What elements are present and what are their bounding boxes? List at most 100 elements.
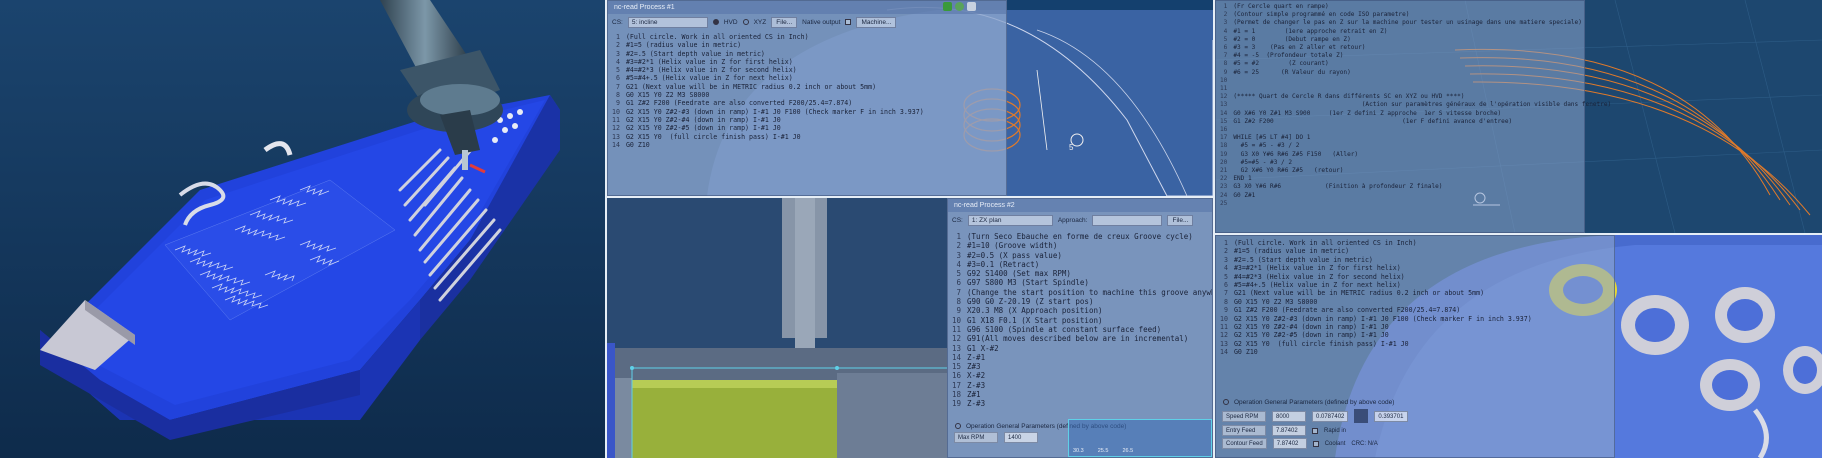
code-line[interactable]: #2=.5 (Start depth value in metric)	[626, 50, 924, 58]
code-editor[interactable]: 1 2 3 4 5 6 7 8 9 10 11 12 13 14 15 16 17 18 19 20 21 22 23 24 2…	[1216, 1, 1611, 208]
code-line[interactable]: Z-#1	[967, 353, 1212, 362]
code-line[interactable]: X20.3 M8 (X Approach position)	[967, 306, 1212, 315]
code-line[interactable]: G1 Z#2 F200 (Feedrate are also converted…	[1234, 306, 1532, 314]
rapid-in-checkbox[interactable]	[1312, 427, 1318, 434]
code-line[interactable]: G21 (Next value will be in METRIC radius…	[1234, 289, 1532, 297]
code-line[interactable]: G2 X15 Y0 Z#2-#3 (down in ramp) I-#1 J0 …	[1234, 315, 1532, 323]
code-line[interactable]: G97 S800 M3 (Start Spindle)	[967, 278, 1212, 287]
code-editor[interactable]: 1 2 3 4 5 6 7 8 9 10 11 12 13 14 (Full circle. Work i…	[1216, 236, 1614, 396]
code-line[interactable]: G2 X15 Y0 Z#2-#3 (down in ramp) I-#1 J0 …	[626, 108, 924, 116]
code-line[interactable]: G2 X#6 Y0 R#6 Z#5 (retour)	[1233, 167, 1611, 175]
speed-rpm-field[interactable]: 8000	[1272, 410, 1306, 422]
cs-select[interactable]: 5: incline	[627, 16, 708, 28]
code-line[interactable]: #5 = #5 - #3 / 2	[1233, 142, 1611, 150]
code-line[interactable]: G2 X15 Y0 Z#2-#4 (down in ramp) I-#1 J0	[626, 116, 924, 124]
code-line[interactable]	[1233, 77, 1611, 85]
nc-read-window-2[interactable]: nc-read Process #2 CS: 1: ZX plan Approa…	[947, 198, 1213, 458]
code-line[interactable]: G0 Z#1	[1233, 192, 1611, 200]
code-line[interactable]: WHILE [#5 LT #4] DO 1	[1233, 134, 1611, 142]
code-line[interactable]: X-#2	[967, 371, 1212, 380]
code-line[interactable]: G2 X15 Y0 (full circle finish pass) I-#1…	[1234, 340, 1532, 348]
code-line[interactable]: #5=#4+.5 (Helix value in Z for next heli…	[1234, 281, 1532, 289]
code-line[interactable]: G2 X15 Y0 Z#2-#4 (down in ramp) I-#1 J0	[1234, 323, 1532, 331]
code-line[interactable]: (Contour simple programmé en code ISO pa…	[1233, 11, 1611, 19]
code-line[interactable]: G0 Z10	[626, 141, 924, 149]
code-lines[interactable]: (Full circle. Work in all oriented CS in…	[1234, 239, 1532, 396]
code-line[interactable]: G0 X#6 Y0 Z#1 M3 S900 (1er Z defini Z ap…	[1233, 110, 1611, 118]
code-line[interactable]: G1 X-#2	[967, 344, 1212, 353]
file-button[interactable]: File...	[771, 16, 798, 28]
code-line[interactable]: (Turn Seco Ebauche en forme de creux Gro…	[967, 232, 1212, 241]
code-line[interactable]	[1233, 200, 1611, 208]
code-editor[interactable]: 1 2 3 4 5 6 7 8 9 10 11 12 13 14 (Full circle. Work i…	[608, 30, 1006, 149]
mini-viewport[interactable]: 30.3 25.5 26.5	[1068, 419, 1212, 457]
code-line[interactable]	[1233, 126, 1611, 134]
step-field[interactable]: 0.0787402	[1312, 410, 1349, 422]
radius-field[interactable]: 0.393701	[1374, 410, 1409, 422]
code-line[interactable]: G1 Z#2 F200 (Feedrate are also converted…	[626, 99, 924, 107]
code-line[interactable]: #1=5 (radius value in metric)	[626, 41, 924, 49]
viewport-rings[interactable]: 1 2 3 4 5 6 7 8 9 10 11 12 13 14 (Full circle. Work i…	[1215, 235, 1822, 458]
info-icon[interactable]	[967, 2, 976, 11]
code-line[interactable]: Z#3	[967, 362, 1212, 371]
viewport-quarter-circle[interactable]: 1 2 3 4 5 6 7 8 9 10 11 12 13 14 15 16 17 18 19 20 21 22 23 24 2…	[1215, 0, 1822, 233]
code-line[interactable]: G2 X15 Y0 Z#2-#5 (down in ramp) I-#1 J0	[626, 124, 924, 132]
code-line[interactable]: G0 X15 Y0 Z2 M3 S8000	[626, 91, 924, 99]
code-line[interactable]: G3 X0 Y#6 R#6 Z#5 F150 (Aller)	[1233, 151, 1611, 159]
code-line[interactable]: Z-#3	[967, 399, 1212, 408]
code-line[interactable]: #2=0.5 (X pass value)	[967, 251, 1212, 260]
code-line[interactable]: #4=#2*3 (Helix value in Z for second hel…	[1234, 273, 1532, 281]
code-line[interactable]: G21 (Next value will be in METRIC radius…	[626, 83, 924, 91]
code-line[interactable]: G92 S1400 (Set max RPM)	[967, 269, 1212, 278]
code-line[interactable]: Z#1	[967, 390, 1212, 399]
code-line[interactable]: G0 Z10	[1234, 348, 1532, 356]
code-line[interactable]: (Full circle. Work in all oriented CS in…	[626, 33, 924, 41]
code-line[interactable]: #5=#4+.5 (Helix value in Z for next heli…	[626, 74, 924, 82]
code-line[interactable]: #1=5 (radius value in metric)	[1234, 247, 1532, 255]
viewport-turning[interactable]: nc-read Process #2 CS: 1: ZX plan Approa…	[607, 198, 1213, 458]
viewport-helix-toolpath[interactable]: 5 nc-read Process #1 CS: 5: incline HVD …	[607, 0, 1213, 196]
code-lines[interactable]: (Turn Seco Ebauche en forme de creux Gro…	[967, 232, 1212, 418]
code-line[interactable]: #5 = #2 (Z courant)	[1233, 60, 1611, 68]
viewport-3d-part[interactable]	[0, 0, 605, 458]
code-line[interactable]: (Full circle. Work in all oriented CS in…	[1234, 239, 1532, 247]
code-line[interactable]: #2 = 0 (Debut rampe en Z)	[1233, 36, 1611, 44]
code-editor[interactable]: 1 2 3 4 5 6 7 8 9 10 11 12 13 14 15 16 17 18 19 (Turn Seco…	[948, 228, 1212, 418]
code-line[interactable]: G2 X15 Y0 Z#2-#5 (down in ramp) I-#1 J0	[1234, 331, 1532, 339]
code-line[interactable]: G2 X15 Y0 (full circle finish pass) I-#1…	[626, 133, 924, 141]
radio-hvd[interactable]	[712, 19, 719, 25]
code-line[interactable]: #2=.5 (Start depth value in metric)	[1234, 256, 1532, 264]
code-line[interactable]: G96 S100 (Spindle at constant surface fe…	[967, 325, 1212, 334]
code-line[interactable]: #4=#2*3 (Helix value in Z for second hel…	[626, 66, 924, 74]
code-line[interactable]: #1 = 1 (1ere approche retrait en Z)	[1233, 28, 1611, 36]
max-rpm-field[interactable]: 1400	[1004, 432, 1038, 443]
approach-select[interactable]	[1092, 214, 1163, 226]
nc-code-window-3[interactable]: 1 2 3 4 5 6 7 8 9 10 11 12 13 14 15 16 17 18 19 20 21 22 23 24 2…	[1215, 0, 1611, 233]
code-line[interactable]: G0 X15 Y0 Z2 M3 S8000	[1234, 298, 1532, 306]
code-line[interactable]	[1233, 85, 1611, 93]
code-line[interactable]: Z-#3	[967, 381, 1212, 390]
code-line[interactable]: #3 = 3 (Pas en Z aller et retour)	[1233, 44, 1611, 52]
code-line[interactable]: G3 X0 Y#6 R#6 (Finition à profondeur Z f…	[1233, 183, 1611, 191]
cs-select[interactable]: 1: ZX plan	[967, 214, 1053, 226]
machine-button[interactable]: Machine...	[856, 16, 897, 28]
code-line[interactable]: G1 Z#2 F200 (1er F defini avance d'entre…	[1233, 118, 1611, 126]
entry-feed-field[interactable]: 7.87402	[1272, 425, 1306, 436]
refresh-icon[interactable]	[955, 2, 964, 11]
radio-xyz[interactable]	[742, 19, 749, 25]
code-line[interactable]: (Change the start position to machine th…	[967, 288, 1212, 297]
code-line[interactable]: #3=#2*1 (Helix value in Z for first heli…	[1234, 264, 1532, 272]
code-line[interactable]: #3=0.1 (Retract)	[967, 260, 1212, 269]
nc-code-window-4[interactable]: 1 2 3 4 5 6 7 8 9 10 11 12 13 14 (Full circle. Work i…	[1215, 235, 1615, 458]
code-line[interactable]: G1 X18 F0.1 (X Start position)	[967, 316, 1212, 325]
code-line[interactable]: (Fr Cercle quart en rampe)	[1233, 3, 1611, 11]
code-line[interactable]: G91(All moves described below are in inc…	[967, 334, 1212, 343]
code-line[interactable]: #5=#5 - #3 / 2	[1233, 159, 1611, 167]
code-line[interactable]: #3=#2*1 (Helix value in Z for first heli…	[626, 58, 924, 66]
nc-read-window-1[interactable]: nc-read Process #1 CS: 5: incline HVD XY…	[607, 0, 1007, 196]
code-lines[interactable]: (Full circle. Work in all oriented CS in…	[626, 33, 924, 149]
code-line[interactable]: (Action sur paramètres généraux de l'opé…	[1233, 101, 1612, 109]
code-lines[interactable]: (Fr Cercle quart en rampe) (Contour simpl…	[1233, 3, 1611, 208]
check-icon[interactable]	[943, 2, 952, 11]
contour-feed-field[interactable]: 7.87402	[1272, 438, 1307, 449]
